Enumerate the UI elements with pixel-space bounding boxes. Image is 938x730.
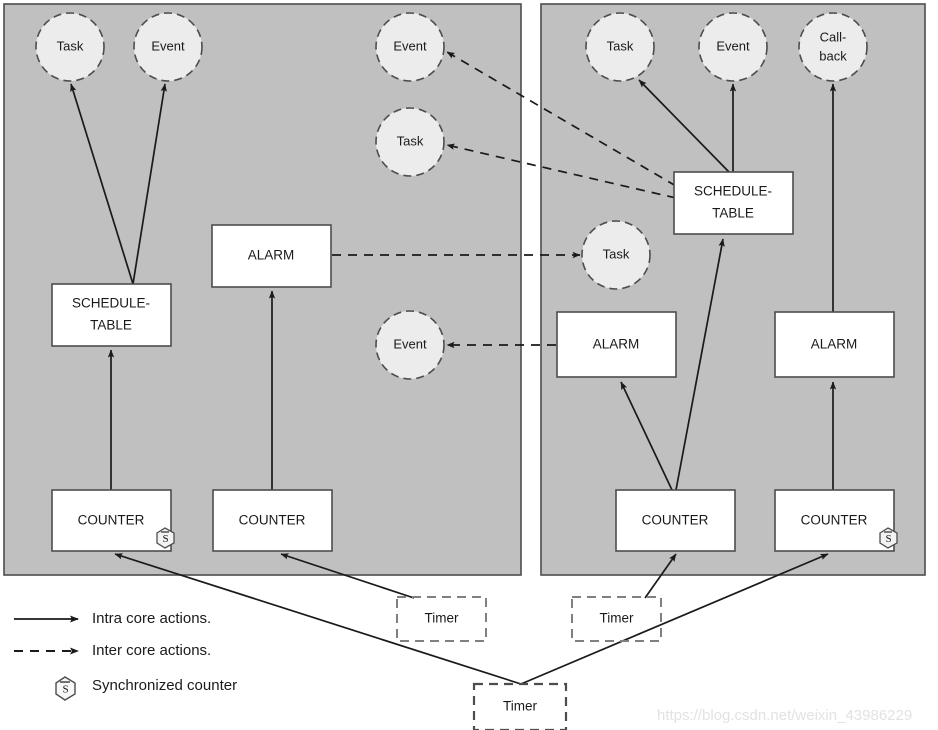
- circle-shape: [375, 12, 445, 82]
- circle-event-right: Event: [698, 12, 768, 82]
- legend-label: Synchronized counter: [92, 677, 237, 694]
- circle-shape: [375, 310, 445, 380]
- box-counter-right-1: COUNTER: [615, 489, 736, 552]
- circle-task-left: Task: [35, 12, 105, 82]
- box-schedule-table-left: SCHEDULE- TABLE: [51, 283, 172, 347]
- timer-label: Timer: [600, 611, 634, 626]
- circle-shape: [585, 12, 655, 82]
- timer-left: Timer: [396, 596, 487, 642]
- timer-label: Timer: [503, 699, 537, 714]
- box-shape: [774, 489, 895, 552]
- box-schedule-table-right: SCHEDULE- TABLE: [673, 171, 794, 235]
- box-counter-left-2: COUNTER: [212, 489, 333, 552]
- timer-right: Timer: [571, 596, 662, 642]
- box-shape: [556, 311, 677, 378]
- circle-task-remote-low: Task: [581, 220, 651, 290]
- circle-callback-right: Call- back: [798, 12, 868, 82]
- circle-shape: [698, 12, 768, 82]
- legend-item-inter-core: Inter core actions.: [14, 642, 211, 659]
- watermark: https://blog.csdn.net/weixin_43986229: [657, 707, 912, 724]
- diagram-root: Task Event Event Task Task Event Task Ev…: [0, 0, 938, 730]
- timer-global: Timer: [472, 682, 568, 730]
- timer-nodes: Timer Timer Timer: [396, 596, 662, 730]
- box-shape: [212, 489, 333, 552]
- box-shape: [51, 283, 172, 347]
- circle-event-remote-low: Event: [375, 310, 445, 380]
- timer-shape: [571, 596, 662, 642]
- box-shape: [615, 489, 736, 552]
- circle-task-right: Task: [585, 12, 655, 82]
- circle-task-remote-mid: Task: [375, 107, 445, 177]
- box-alarm-right-right: ALARM: [774, 311, 895, 378]
- circle-shape: [35, 12, 105, 82]
- box-shape: [51, 489, 172, 552]
- circle-shape: [581, 220, 651, 290]
- circle-shape: [375, 107, 445, 177]
- circle-shape: [133, 12, 203, 82]
- box-alarm-right-left: ALARM: [556, 311, 677, 378]
- sync-glyph: S: [162, 533, 168, 545]
- box-shape: [774, 311, 895, 378]
- sync-glyph: S: [62, 684, 68, 696]
- timer-label: Timer: [425, 611, 459, 626]
- diagram-canvas: Task Event Event Task Task Event Task Ev…: [3, 3, 926, 730]
- legend-item-intra-core: Intra core actions.: [14, 610, 211, 627]
- box-shape: [211, 224, 332, 288]
- right-core-circles: Task Event Call- back: [585, 12, 868, 82]
- circle-event-left: Event: [133, 12, 203, 82]
- sync-counter-icon: S: [156, 527, 175, 549]
- timer-shape: [396, 596, 487, 642]
- box-counter-sync-left: COUNTER S: [51, 489, 175, 552]
- sync-hexagon-icon: S: [55, 676, 76, 701]
- legend-item-sync-counter: S Synchronized counter: [55, 676, 237, 701]
- circle-shape: [798, 12, 868, 82]
- box-counter-sync-right: COUNTER S: [774, 489, 898, 552]
- sync-counter-icon: S: [879, 527, 898, 549]
- timer-shape: [472, 682, 568, 730]
- legend: Intra core actions. Inter core actions. …: [14, 610, 237, 701]
- sync-glyph: S: [885, 533, 891, 545]
- box-alarm-left: ALARM: [211, 224, 332, 288]
- legend-label: Intra core actions.: [92, 610, 211, 627]
- circle-event-remote-top: Event: [375, 12, 445, 82]
- legend-label: Inter core actions.: [92, 642, 211, 659]
- box-shape: [673, 171, 794, 235]
